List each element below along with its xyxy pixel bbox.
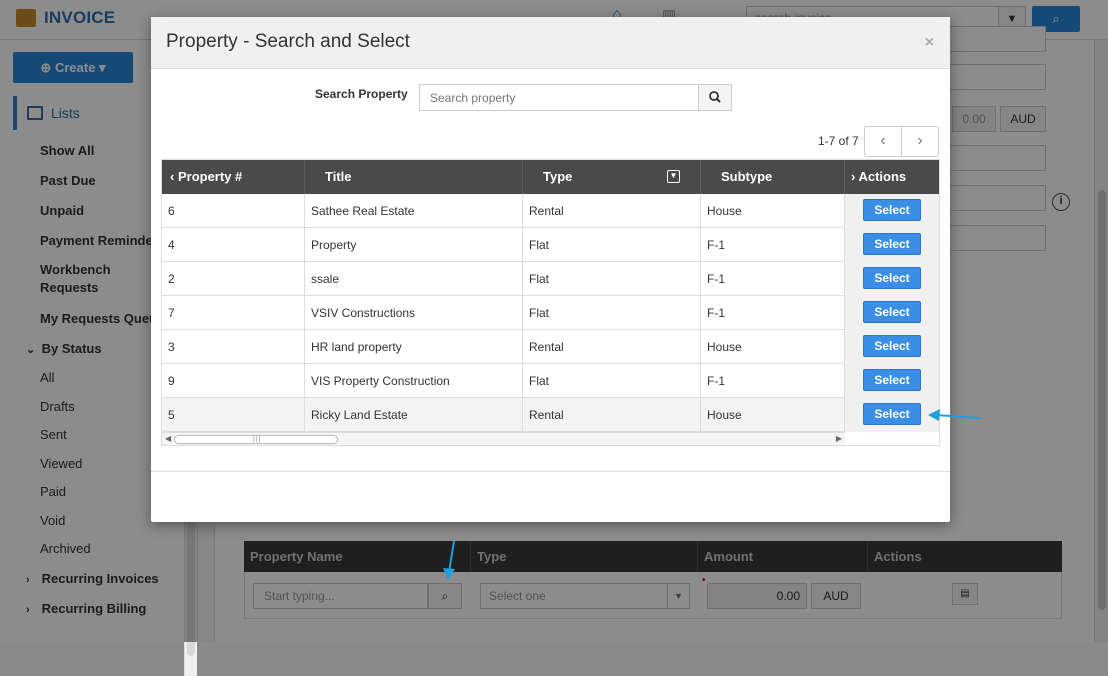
- annotation-arrow-select: [928, 409, 981, 421]
- annotation-layer: [443, 409, 981, 580]
- annotation-arrow-search: [443, 540, 455, 580]
